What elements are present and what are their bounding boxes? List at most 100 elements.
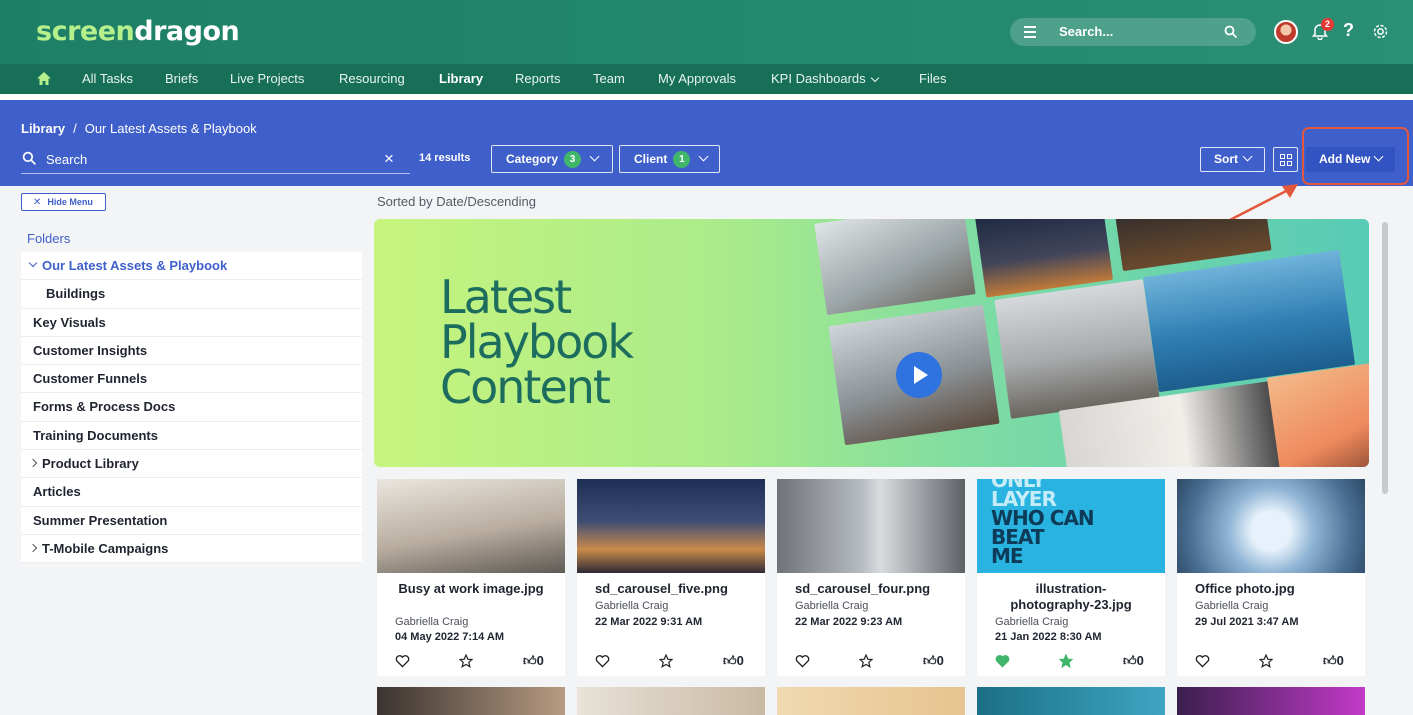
chevron-right-icon[interactable]	[28, 543, 38, 553]
star-icon[interactable]	[859, 654, 873, 668]
asset-date: 22 Mar 2022 9:23 AM	[795, 616, 903, 628]
breadcrumb: Library / Our Latest Assets & Playbook	[21, 121, 257, 136]
asset-card[interactable]: sd_carousel_five.png Gabriella Craig 22 …	[577, 479, 765, 676]
sort-status: Sorted by Date/Descending	[377, 194, 536, 209]
folder-item[interactable]: Summer Presentation	[21, 506, 362, 535]
screendragon-logo[interactable]: screendragon	[36, 16, 240, 47]
category-filter-button[interactable]: Category 3	[491, 145, 613, 173]
heart-icon[interactable]	[795, 654, 810, 668]
asset-thumbnail-partial[interactable]	[377, 687, 565, 715]
like-count[interactable]: 👍︎0	[923, 653, 944, 669]
banner-title-line: Playbook	[440, 315, 634, 369]
clear-search-icon[interactable]: ×	[384, 149, 394, 169]
results-count: 14 results	[419, 152, 471, 164]
breadcrumb-library[interactable]: Library	[21, 121, 65, 136]
like-count[interactable]: 👍︎0	[523, 653, 544, 669]
asset-date: 29 Jul 2021 3:47 AM	[1195, 616, 1299, 628]
asset-thumbnail[interactable]	[1177, 479, 1365, 573]
heart-icon[interactable]	[395, 654, 410, 668]
thumbs-up-icon: 👍︎	[1323, 653, 1337, 668]
nav-resourcing[interactable]: Resourcing	[339, 71, 405, 86]
hide-menu-button[interactable]: ✕ Hide Menu	[21, 193, 106, 211]
library-toolbar: Library / Our Latest Assets & Playbook Sea…	[0, 100, 1413, 186]
asset-card[interactable]: Busy at work image.jpg Gabriella Craig 0…	[377, 479, 565, 676]
folder-item[interactable]: Our Latest Assets & Playbook	[21, 252, 362, 281]
menu-icon[interactable]	[1024, 26, 1036, 38]
nav-all-tasks[interactable]: All Tasks	[82, 71, 133, 86]
nav-library[interactable]: Library	[439, 71, 483, 86]
folder-label: Key Visuals	[33, 314, 106, 330]
banner-photo-office	[814, 219, 976, 315]
nav-files[interactable]: Files	[919, 71, 946, 86]
notification-badge: 2	[1321, 18, 1334, 31]
help-icon[interactable]: ?	[1343, 20, 1354, 41]
banner-photo-fishing	[994, 279, 1160, 419]
chevron-down-icon	[698, 151, 709, 162]
thumbs-up-icon: 👍︎	[523, 653, 537, 668]
asset-thumbnail[interactable]	[777, 479, 965, 573]
asset-author: Gabriella Craig	[995, 616, 1069, 628]
heart-icon-filled[interactable]	[995, 654, 1010, 668]
user-avatar[interactable]	[1274, 20, 1298, 44]
nav-my-approvals[interactable]: My Approvals	[658, 71, 736, 86]
asset-thumbnail-partial[interactable]	[977, 687, 1165, 715]
folder-label: Summer Presentation	[33, 512, 168, 528]
asset-thumbnail[interactable]	[577, 479, 765, 573]
nav-live-projects[interactable]: Live Projects	[230, 71, 304, 86]
asset-thumbnail-partial[interactable]	[777, 687, 965, 715]
asset-card[interactable]: Office photo.jpg Gabriella Craig 29 Jul …	[1177, 479, 1365, 676]
nav-reports[interactable]: Reports	[515, 71, 561, 86]
add-new-button[interactable]: Add New	[1306, 147, 1395, 172]
asset-card[interactable]: ONLY LAYER WHO CAN BEAT ME illustration-…	[977, 479, 1165, 676]
folder-label: Buildings	[46, 286, 106, 302]
chevron-down-icon[interactable]	[28, 258, 38, 268]
play-icon[interactable]	[896, 352, 942, 398]
nav-briefs[interactable]: Briefs	[165, 71, 198, 86]
chevron-right-icon[interactable]	[28, 458, 38, 468]
like-count[interactable]: 👍︎0	[1123, 653, 1144, 669]
star-icon[interactable]	[1259, 654, 1273, 668]
asset-author: Gabriella Craig	[795, 600, 869, 612]
search-icon[interactable]	[1224, 25, 1238, 39]
content-scrollbar[interactable]	[1382, 222, 1388, 494]
grid-view-toggle[interactable]	[1273, 147, 1298, 172]
folder-label: Our Latest Assets & Playbook	[42, 258, 228, 273]
star-icon[interactable]	[659, 654, 673, 668]
folder-item[interactable]: Articles	[21, 478, 362, 507]
library-search-input[interactable]: Search ×	[21, 146, 410, 174]
like-count[interactable]: 👍︎0	[723, 653, 744, 669]
client-filter-button[interactable]: Client 1	[619, 145, 720, 173]
asset-thumbnail[interactable]: ONLY LAYER WHO CAN BEAT ME	[977, 479, 1165, 573]
heart-icon[interactable]	[595, 654, 610, 668]
folder-item[interactable]: Buildings	[21, 280, 362, 309]
asset-thumbnail[interactable]	[377, 479, 565, 573]
nav-team[interactable]: Team	[593, 71, 625, 86]
like-count[interactable]: 👍︎0	[1323, 653, 1344, 669]
asset-thumbnail-partial[interactable]	[577, 687, 765, 715]
heart-icon[interactable]	[1195, 654, 1210, 668]
home-icon[interactable]	[36, 71, 52, 86]
nav-kpi-dashboards[interactable]: KPI Dashboards	[771, 71, 879, 86]
folder-item[interactable]: Product Library	[21, 450, 362, 479]
folder-item[interactable]: T-Mobile Campaigns	[21, 534, 362, 564]
asset-card[interactable]: sd_carousel_four.png Gabriella Craig 22 …	[777, 479, 965, 676]
folder-item[interactable]: Training Documents	[21, 421, 362, 451]
asset-date: 22 Mar 2022 9:31 AM	[595, 616, 703, 628]
library-search-placeholder: Search	[46, 152, 88, 167]
chevron-down-icon	[870, 73, 879, 83]
folder-item[interactable]: Forms & Process Docs	[21, 393, 362, 422]
star-icon-filled[interactable]	[1059, 654, 1073, 668]
asset-thumbnail-partial[interactable]	[1177, 687, 1365, 715]
folder-label: Articles	[33, 484, 81, 500]
star-icon[interactable]	[459, 654, 473, 668]
featured-banner[interactable]: Latest Playbook Content	[374, 219, 1369, 467]
folder-item[interactable]: Customer Funnels	[21, 365, 362, 394]
chevron-down-icon	[589, 151, 600, 162]
gear-icon[interactable]	[1372, 23, 1389, 40]
client-filter-label: Client	[634, 152, 668, 166]
thumbs-up-icon: 👍︎	[723, 653, 737, 668]
folder-item[interactable]: Key Visuals	[21, 308, 362, 337]
global-search[interactable]: Search...	[1010, 18, 1256, 46]
sort-button[interactable]: Sort	[1200, 147, 1265, 172]
folder-item[interactable]: Customer Insights	[21, 336, 362, 366]
